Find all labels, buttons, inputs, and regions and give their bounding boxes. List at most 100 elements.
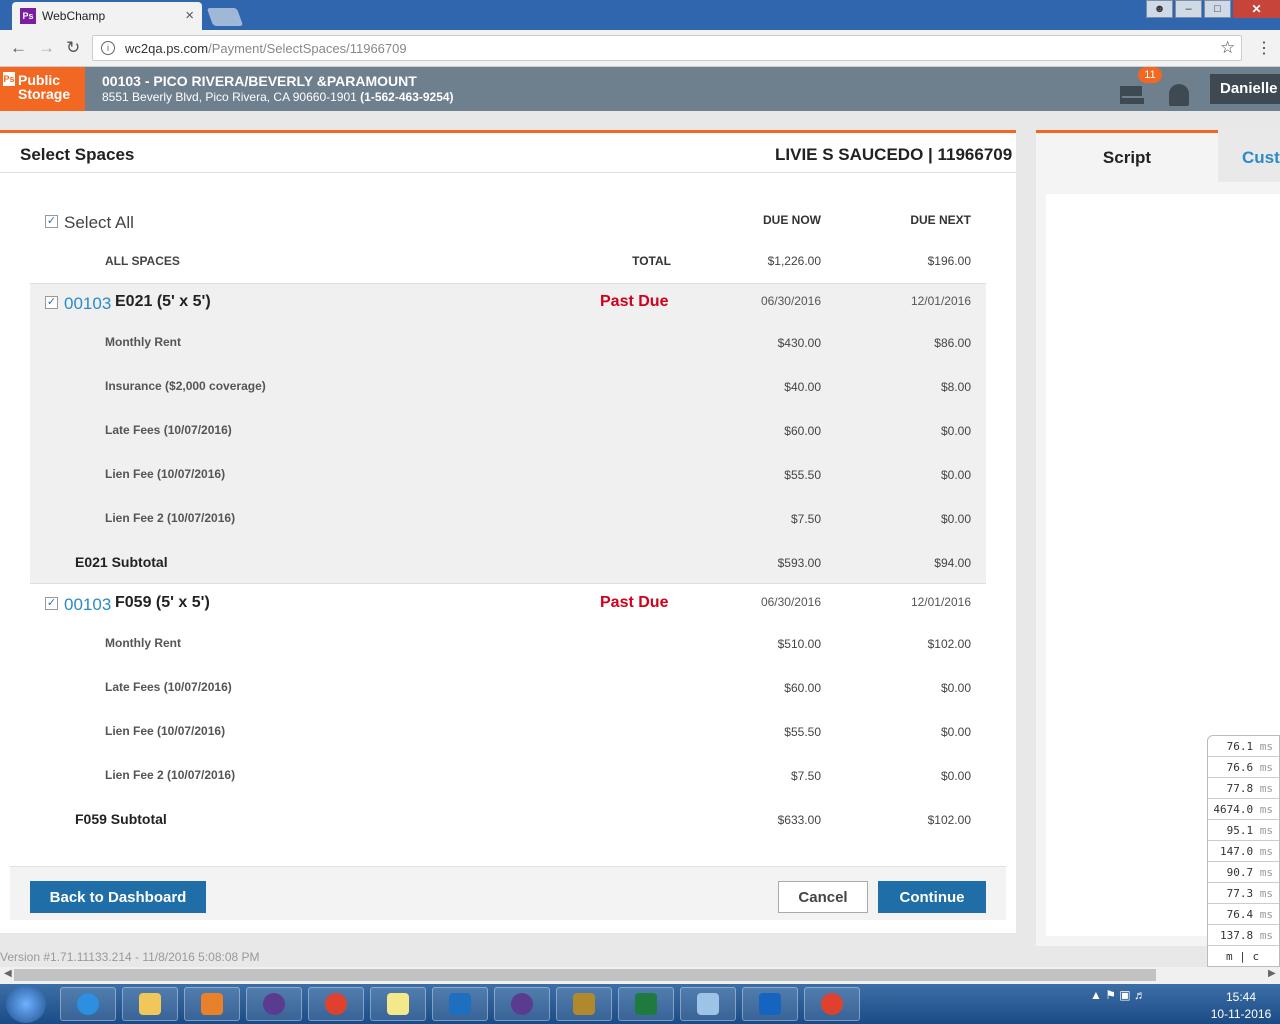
line-item-due-now: $7.50 xyxy=(790,512,821,526)
tab-close-icon[interactable]: × xyxy=(185,7,194,24)
space-e021-subtotal-due-now: $593.00 xyxy=(777,556,821,570)
browser-menu-icon[interactable]: ⋮ xyxy=(1256,38,1272,58)
line-item-due-next: $0.00 xyxy=(940,424,971,438)
excel-icon[interactable] xyxy=(618,987,674,1021)
timing-row: 76.4 ms xyxy=(1208,904,1279,925)
lync-icon[interactable] xyxy=(432,987,488,1021)
outlook-icon[interactable] xyxy=(742,987,798,1021)
url-host: wc2qa.ps.com xyxy=(125,40,209,56)
back-arrow-icon[interactable]: ← xyxy=(10,38,27,58)
profile-icon[interactable]: ☻ xyxy=(1146,0,1173,18)
tab-customer[interactable]: Custo xyxy=(1218,130,1280,182)
line-item-label: Late Fees (10/07/2016) xyxy=(105,423,232,437)
maximize-button[interactable]: □ xyxy=(1204,0,1231,18)
start-button-icon[interactable] xyxy=(6,985,46,1023)
line-item-due-next: $102.00 xyxy=(927,637,971,651)
line-item-due-next: $8.00 xyxy=(940,380,971,394)
timing-footer[interactable]: m | c xyxy=(1208,946,1279,967)
timing-value: 76.4 xyxy=(1226,908,1254,921)
timing-unit: ms xyxy=(1259,866,1273,879)
scrollbar-thumb[interactable] xyxy=(14,969,1156,981)
minimize-button[interactable]: – xyxy=(1175,0,1202,18)
public-storage-logo[interactable]: Ps Public Storage xyxy=(0,67,85,111)
clock-time[interactable]: 15:44 xyxy=(1211,990,1271,1004)
timing-row: 4674.0 ms xyxy=(1208,799,1279,820)
space-e021-name: E021 (5' x 5') xyxy=(115,293,211,310)
site-info-icon[interactable]: i xyxy=(101,41,115,55)
space-e021-store-link[interactable]: 00103 xyxy=(64,294,111,314)
line-item-label: Late Fees (10/07/2016) xyxy=(105,680,232,694)
line-item-due-next: $0.00 xyxy=(940,512,971,526)
reload-icon[interactable]: ↻ xyxy=(66,38,80,58)
line-item-label: Monthly Rent xyxy=(105,636,181,650)
space-e021-checkbox[interactable]: ✓ xyxy=(45,296,58,309)
store-phone: (1-562-463-9254) xyxy=(360,90,454,104)
all-spaces-label: ALL SPACES xyxy=(105,254,180,268)
eclipse-2-icon[interactable] xyxy=(494,987,550,1021)
total-due-next: $196.00 xyxy=(927,254,971,268)
cancel-button[interactable]: Cancel xyxy=(778,881,868,913)
line-item-label: Lien Fee 2 (10/07/2016) xyxy=(105,768,236,782)
eclipse-icon[interactable] xyxy=(246,987,302,1021)
space-f059-store-link[interactable]: 00103 xyxy=(64,595,111,615)
timing-unit: ms xyxy=(1259,803,1273,816)
logo-line1: Public xyxy=(18,72,61,88)
line-item-due-now: $430.00 xyxy=(777,336,821,350)
timing-row: 76.6 ms xyxy=(1208,757,1279,778)
timing-unit: ms xyxy=(1259,929,1273,942)
timing-value: 4674.0 xyxy=(1213,803,1254,816)
timing-unit: ms xyxy=(1259,761,1273,774)
tab-script[interactable]: Script xyxy=(1036,130,1218,182)
chrome-icon[interactable] xyxy=(308,987,364,1021)
browser-tab[interactable]: Ps WebChamp × xyxy=(12,2,202,30)
page-title: Select Spaces xyxy=(20,145,135,164)
select-all-checkbox[interactable]: ✓ xyxy=(45,215,58,228)
timing-value: 90.7 xyxy=(1226,866,1254,879)
media-player-icon[interactable] xyxy=(184,987,240,1021)
continue-button[interactable]: Continue xyxy=(878,881,986,913)
timing-row: 77.8 ms xyxy=(1208,778,1279,799)
sticky-notes-icon[interactable] xyxy=(370,987,426,1021)
store-name: 00103 - PICO RIVERA/BEVERLY &PARAMOUNT xyxy=(102,73,417,89)
user-menu[interactable]: Danielle xyxy=(1210,74,1280,104)
address-bar[interactable]: i wc2qa.ps.com/Payment/SelectSpaces/1196… xyxy=(92,35,1242,61)
timing-value: 77.3 xyxy=(1226,887,1254,900)
space-f059-subtotal-due-now: $633.00 xyxy=(777,813,821,827)
back-to-dashboard-button[interactable]: Back to Dashboard xyxy=(30,881,206,913)
logo-mark: Ps xyxy=(3,72,15,86)
timing-unit: ms xyxy=(1259,740,1273,753)
chrome-2-icon[interactable] xyxy=(804,987,860,1021)
line-item-due-next: $0.00 xyxy=(940,725,971,739)
timing-row: 76.1 ms xyxy=(1208,736,1279,757)
notification-count-badge: 11 xyxy=(1138,67,1162,83)
window-close-button[interactable]: ✕ xyxy=(1233,0,1280,18)
space-f059-status: Past Due xyxy=(600,594,669,611)
system-tray-icons[interactable]: ▲ ⚑ ▣ ♬ xyxy=(1090,988,1146,1002)
tools-icon[interactable] xyxy=(556,987,612,1021)
bell-icon[interactable] xyxy=(1169,84,1189,106)
space-f059-due-now-date: 06/30/2016 xyxy=(760,595,821,609)
logo-line2: Storage xyxy=(18,86,71,102)
line-item-due-now: $40.00 xyxy=(784,380,821,394)
bookmark-star-icon[interactable]: ☆ xyxy=(1220,38,1235,58)
forward-arrow-icon[interactable]: → xyxy=(38,38,55,58)
file-explorer-icon[interactable] xyxy=(122,987,178,1021)
new-tab-button[interactable] xyxy=(206,8,244,26)
notepad-icon[interactable] xyxy=(680,987,736,1021)
timing-unit: ms xyxy=(1259,824,1273,837)
timing-unit: ms xyxy=(1259,908,1273,921)
timing-value: 76.1 xyxy=(1226,740,1254,753)
line-item-due-next: $0.00 xyxy=(940,681,971,695)
space-f059-checkbox[interactable]: ✓ xyxy=(45,597,58,610)
mail-icon[interactable] xyxy=(1120,86,1144,104)
due-now-header: DUE NOW xyxy=(763,213,821,227)
line-item-label: Lien Fee (10/07/2016) xyxy=(105,724,226,738)
internet-explorer-icon[interactable] xyxy=(60,987,116,1021)
line-item-due-next: $0.00 xyxy=(940,468,971,482)
scroll-right-icon[interactable]: ▶ xyxy=(1268,968,1276,979)
store-address: 8551 Beverly Blvd, Pico Rivera, CA 90660… xyxy=(102,90,454,104)
scroll-left-icon[interactable]: ◀ xyxy=(4,968,12,979)
timing-value: 147.0 xyxy=(1220,845,1254,858)
customer-name-id: LIVIE S SAUCEDO | 11966709 xyxy=(775,145,1013,164)
clock-date[interactable]: 10-11-2016 xyxy=(1207,1007,1275,1021)
